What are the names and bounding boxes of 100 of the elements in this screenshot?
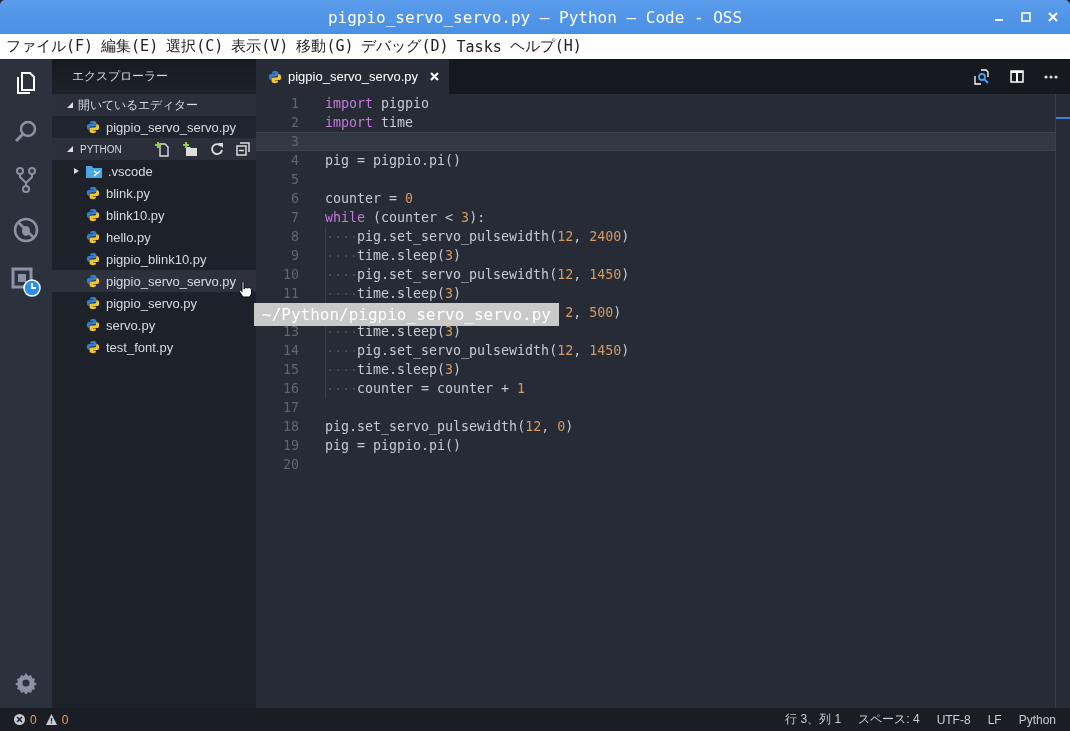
line-number: 18 [283, 419, 299, 434]
section-header[interactable]: PYTHON [52, 138, 256, 160]
more-icon[interactable] [1044, 74, 1058, 79]
indentation-setting[interactable]: スペース: 4 [858, 711, 920, 728]
file-name: test_font.py [106, 339, 174, 355]
tab-label: pigpio_servo_servo.py [288, 69, 419, 84]
file-name: pigpio_blink10.py [106, 251, 207, 267]
line-number: 9 [291, 248, 299, 263]
python-file-icon [86, 318, 100, 332]
tree-item[interactable]: servo.py [52, 314, 256, 336]
python-file-icon [86, 186, 100, 200]
warning-count[interactable]: 0 [61, 712, 69, 727]
line-number: 8 [291, 229, 299, 244]
file-name: blink10.py [106, 207, 165, 223]
debug-icon[interactable] [13, 217, 39, 243]
line-ending-setting[interactable]: LF [987, 712, 1002, 727]
language-mode[interactable]: Python [1018, 712, 1056, 727]
code-line: pig.set_servo_pulsewidth(12, 1450) [357, 266, 630, 284]
hand-cursor-icon [238, 281, 252, 298]
code-line: counter = counter + 1 [357, 380, 526, 398]
code-line: pig.set_servo_pulsewidth(12, 1450) [357, 342, 630, 360]
section-title: PYTHON [80, 143, 122, 155]
tree-item[interactable]: .vscode [52, 160, 256, 182]
warning-icon[interactable] [45, 714, 57, 725]
line-number: 13 [283, 324, 299, 339]
menu-item[interactable]: 移動(G) [296, 37, 354, 56]
tree-item[interactable]: pigpio_blink10.py [52, 248, 256, 270]
code-line: pig.set_servo_pulsewidth(12, 0) [325, 418, 574, 436]
error-icon[interactable] [14, 714, 25, 725]
tree-item[interactable]: pigpio_servo_servo.py [52, 270, 256, 292]
line-number: 6 [291, 191, 299, 206]
line-number: 20 [283, 457, 299, 472]
menu-item[interactable]: ヘルプ(H) [509, 37, 582, 56]
python-file-icon [268, 69, 282, 84]
open-preview-icon[interactable] [974, 68, 990, 85]
encoding-setting[interactable]: UTF-8 [936, 712, 971, 727]
section-header[interactable]: 開いているエディター [52, 94, 256, 116]
line-number: 7 [291, 210, 299, 225]
tree-item[interactable]: test_font.py [52, 336, 256, 358]
tree-item[interactable]: hello.py [52, 226, 256, 248]
section-title: 開いているエディター [78, 96, 198, 114]
file-name: servo.py [106, 317, 156, 333]
cursor-position[interactable]: 行 3、列 1 [785, 711, 842, 728]
file-name: .vscode [108, 163, 153, 179]
file-name: pigpio_servo.py [106, 295, 198, 311]
code-line: import time [325, 114, 414, 132]
python-file-icon [86, 340, 100, 354]
code-line: time.sleep(3) [357, 361, 462, 379]
python-file-icon [86, 274, 100, 288]
code-line: pig = pigpio.pi() [325, 152, 462, 170]
new-folder-icon[interactable] [182, 141, 198, 157]
line-number: 19 [283, 438, 299, 453]
line-number: 2 [291, 115, 299, 130]
line-number: 4 [291, 153, 299, 168]
tree-item[interactable]: pigpio_servo.py [52, 292, 256, 314]
file-name: hello.py [106, 229, 151, 245]
folder-icon [86, 164, 102, 178]
line-number: 5 [291, 172, 299, 187]
code-line: time.sleep(3) [357, 247, 462, 265]
python-file-icon [86, 208, 100, 222]
code-line: counter = 0 [325, 190, 414, 208]
split-editor-icon[interactable] [1010, 70, 1024, 83]
search-icon[interactable] [14, 119, 38, 143]
extensions-clock-icon[interactable] [11, 267, 41, 297]
code-line: 2, 500) [565, 304, 622, 322]
sidebar-title: エクスプローラー [72, 68, 168, 85]
file-name: pigpio_servo_servo.py [106, 119, 237, 135]
maximize-icon[interactable] [1021, 12, 1031, 22]
error-count[interactable]: 0 [30, 712, 37, 727]
menu-item[interactable]: デバッグ(D) [361, 37, 449, 56]
code-line: time.sleep(3) [357, 285, 462, 303]
python-file-icon [86, 120, 100, 134]
window-title: pigpio_servo_servo.py — Python — Code - OSS [327, 7, 743, 27]
editor-tab[interactable]: pigpio_servo_servo.py [256, 59, 450, 94]
code-line: pig.set_servo_pulsewidth(12, 2400) [357, 228, 630, 246]
refresh-icon[interactable] [210, 142, 224, 156]
menu-item[interactable]: ファイル(F) [6, 37, 94, 56]
line-number: 16 [283, 381, 299, 396]
menu-item[interactable]: 選択(C) [166, 37, 224, 56]
close-icon[interactable] [430, 72, 440, 81]
menu-item[interactable]: Tasks [456, 37, 502, 56]
line-number: 11 [283, 286, 299, 301]
file-name: blink.py [106, 185, 151, 201]
settings-icon[interactable] [15, 672, 37, 694]
line-number: 14 [283, 343, 299, 358]
code-line: import pigpio [325, 95, 430, 113]
source-control-icon[interactable] [14, 167, 38, 193]
menu-item[interactable]: 表示(V) [231, 37, 289, 56]
file-name: pigpio_servo_servo.py [106, 273, 237, 289]
tree-item[interactable]: blink.py [52, 182, 256, 204]
code-line: while (counter < 3): [325, 209, 486, 227]
line-number: 1 [291, 96, 299, 111]
new-file-icon[interactable] [154, 141, 170, 157]
tree-item[interactable]: blink10.py [52, 204, 256, 226]
menu-item[interactable]: 編集(E) [101, 37, 159, 56]
files-icon[interactable] [14, 71, 38, 95]
collapse-all-icon[interactable] [236, 142, 250, 156]
line-number: 10 [283, 267, 299, 282]
python-file-icon [86, 230, 100, 244]
python-file-icon [86, 252, 100, 266]
